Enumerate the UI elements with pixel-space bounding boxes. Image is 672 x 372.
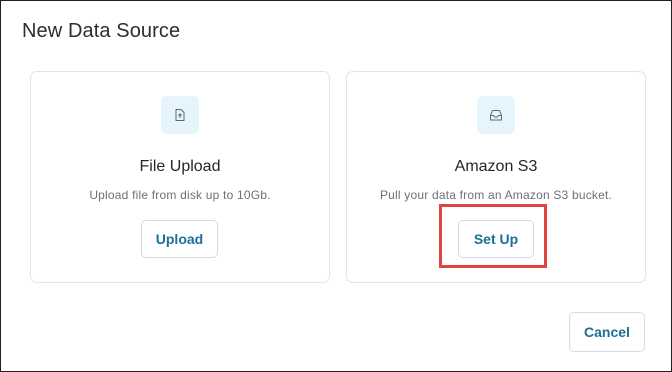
upload-button[interactable]: Upload — [141, 220, 218, 258]
set-up-button[interactable]: Set Up — [458, 220, 534, 258]
inbox-tray-icon — [477, 96, 515, 134]
card-title: File Upload — [139, 158, 221, 175]
dialog-title: New Data Source — [22, 20, 181, 42]
cancel-button[interactable]: Cancel — [569, 312, 645, 352]
card-description: Pull your data from an Amazon S3 bucket. — [379, 188, 613, 202]
card-title: Amazon S3 — [454, 158, 538, 175]
card-description: Upload file from disk up to 10Gb. — [89, 188, 271, 202]
file-upload-card: File Upload Upload file from disk up to … — [30, 71, 330, 283]
new-data-source-dialog: New Data Source File Upload Upload file … — [0, 0, 672, 372]
amazon-s3-card: Amazon S3 Pull your data from an Amazon … — [346, 71, 646, 283]
file-upload-icon — [161, 96, 199, 134]
